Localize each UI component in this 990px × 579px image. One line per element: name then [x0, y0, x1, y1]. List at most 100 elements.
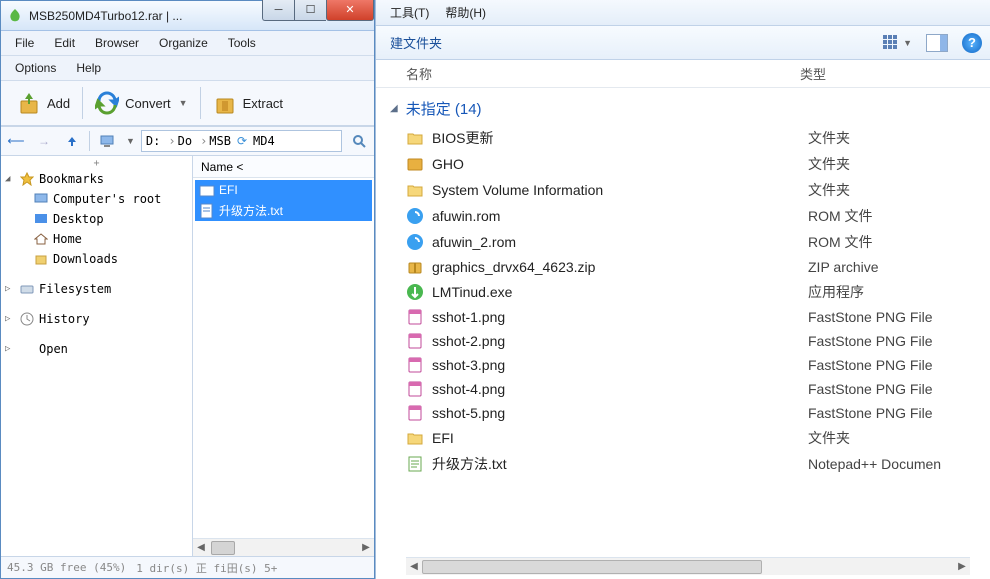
file-row[interactable]: sshot-1.pngFastStone PNG File [376, 305, 990, 329]
tree-history[interactable]: ▷ History [1, 309, 192, 329]
forward-button[interactable]: → [33, 130, 55, 152]
close-button[interactable]: ✕ [326, 0, 374, 21]
path-seg: MSB [209, 134, 231, 148]
column-headers: 名称 类型 [376, 60, 990, 88]
new-folder-button[interactable]: 建文件夹 [384, 29, 448, 56]
tree-home[interactable]: Home [23, 229, 192, 249]
file-row[interactable]: afuwin.romROM 文件 [376, 203, 990, 229]
file-row[interactable]: EFI文件夹 [376, 425, 990, 451]
search-button[interactable] [348, 134, 370, 148]
file-row[interactable]: sshot-4.pngFastStone PNG File [376, 377, 990, 401]
scroll-left-icon[interactable]: ◀ [406, 561, 422, 572]
menu-organize[interactable]: Organize [149, 32, 218, 54]
add-button[interactable]: Add [9, 87, 78, 119]
dropdown-arrow-icon: ▼ [903, 38, 912, 48]
file-type: FastStone PNG File [808, 357, 933, 373]
file-type: 文件夹 [808, 128, 850, 148]
path-seg: MD4 [253, 134, 275, 148]
menu-file[interactable]: File [5, 32, 44, 54]
plus-icon[interactable]: + [1, 158, 192, 169]
toolbar: Add Convert ▼ Extract [1, 81, 374, 126]
preview-pane-button[interactable] [926, 34, 948, 52]
view-button[interactable]: ▼ [883, 35, 912, 51]
chevron-icon: › [168, 134, 175, 148]
back-button[interactable]: ⟵ [5, 130, 27, 152]
window-buttons: ─ ☐ ✕ [262, 0, 374, 21]
dropdown-arrow-icon[interactable]: ▼ [126, 136, 135, 146]
rom-icon [406, 207, 424, 225]
tree-label: Home [53, 232, 82, 246]
file-name: System Volume Information [432, 182, 808, 198]
txt-icon [199, 203, 215, 219]
explorer-body[interactable]: ◢ 未指定 (14) BIOS更新文件夹GHO文件夹System Volume … [376, 88, 990, 557]
menu-bar-2: Options Help [1, 56, 374, 81]
scroll-thumb[interactable] [211, 541, 235, 555]
file-name: sshot-3.png [432, 357, 808, 373]
file-row[interactable]: sshot-3.pngFastStone PNG File [376, 353, 990, 377]
scroll-left-icon[interactable]: ◀ [193, 542, 209, 553]
file-name: GHO [432, 156, 808, 172]
tree-label: Downloads [53, 252, 118, 266]
file-name: afuwin_2.rom [432, 234, 808, 250]
file-type: Notepad++ Documen [808, 456, 941, 472]
file-row[interactable]: graphics_drvx64_4623.zipZIP archive [376, 255, 990, 279]
h-scrollbar[interactable]: ◀ ▶ [193, 538, 374, 556]
scroll-thumb[interactable] [422, 560, 762, 574]
file-list[interactable]: EFI 升级方法.txt [193, 178, 374, 538]
file-row[interactable]: GHO文件夹 [376, 151, 990, 177]
scroll-right-icon[interactable]: ▶ [954, 561, 970, 572]
file-row[interactable]: EFI [195, 180, 372, 200]
group-header[interactable]: ◢ 未指定 (14) [376, 92, 990, 125]
tree-desktop[interactable]: Desktop [23, 209, 192, 229]
file-type: FastStone PNG File [808, 405, 933, 421]
extract-button[interactable]: Extract [205, 87, 291, 119]
menu-options[interactable]: Options [5, 57, 66, 79]
refresh-icon[interactable]: ⟳ [237, 134, 247, 148]
menu-tools[interactable]: Tools [218, 32, 266, 54]
titlebar[interactable]: MSB250MD4Turbo12.rar | ... ─ ☐ ✕ [1, 1, 374, 31]
file-row[interactable]: LMTinud.exe应用程序 [376, 279, 990, 305]
menu-browser[interactable]: Browser [85, 32, 149, 54]
menu-bar-1: File Edit Browser Organize Tools [1, 31, 374, 56]
file-type: 文件夹 [808, 154, 850, 174]
path-bar[interactable]: D: › Do › MSB ⟳ MD4 [141, 130, 342, 152]
help-button[interactable]: ? [962, 33, 982, 53]
add-icon [17, 91, 41, 115]
col-name: Name < [201, 160, 243, 174]
file-header[interactable]: Name < [193, 156, 374, 178]
up-button[interactable] [61, 130, 83, 152]
file-name: sshot-4.png [432, 381, 808, 397]
open-icon [19, 341, 35, 357]
h-scrollbar[interactable]: ◀ ▶ [406, 557, 970, 575]
col-type-header[interactable]: 类型 [800, 64, 990, 83]
maximize-button[interactable]: ☐ [294, 0, 326, 21]
path-drive: D: [146, 134, 160, 148]
tree-computer-root[interactable]: Computer's root [23, 189, 192, 209]
file-row[interactable]: sshot-2.pngFastStone PNG File [376, 329, 990, 353]
file-row[interactable]: sshot-5.pngFastStone PNG File [376, 401, 990, 425]
file-row[interactable]: BIOS更新文件夹 [376, 125, 990, 151]
menu-help[interactable]: 帮助(H) [437, 1, 494, 24]
file-row[interactable]: afuwin_2.romROM 文件 [376, 229, 990, 255]
tree-downloads[interactable]: Downloads [23, 249, 192, 269]
menu-help[interactable]: Help [66, 57, 111, 79]
file-row[interactable]: 升级方法.txtNotepad++ Documen [376, 451, 990, 477]
file-row[interactable]: System Volume Information文件夹 [376, 177, 990, 203]
archive-window: MSB250MD4Turbo12.rar | ... ─ ☐ ✕ File Ed… [0, 0, 375, 579]
scroll-right-icon[interactable]: ▶ [358, 542, 374, 553]
minimize-button[interactable]: ─ [262, 0, 294, 21]
menu-tools[interactable]: 工具(T) [382, 1, 437, 24]
tree-open[interactable]: ▷ Open [1, 339, 192, 359]
png-icon [406, 404, 424, 422]
tree-label: History [39, 312, 90, 326]
tree-filesystem[interactable]: ▷ Filesystem [1, 279, 192, 299]
file-row[interactable]: 升级方法.txt [195, 200, 372, 221]
convert-button[interactable]: Convert ▼ [87, 87, 195, 119]
menu-edit[interactable]: Edit [44, 32, 85, 54]
file-name: sshot-5.png [432, 405, 808, 421]
col-name-header[interactable]: 名称 [376, 64, 800, 83]
tree-bookmarks[interactable]: ◢ Bookmarks [1, 169, 192, 189]
computer-icon[interactable] [96, 130, 118, 152]
explorer-menu: 工具(T) 帮助(H) [376, 0, 990, 26]
grid-icon [883, 35, 899, 51]
